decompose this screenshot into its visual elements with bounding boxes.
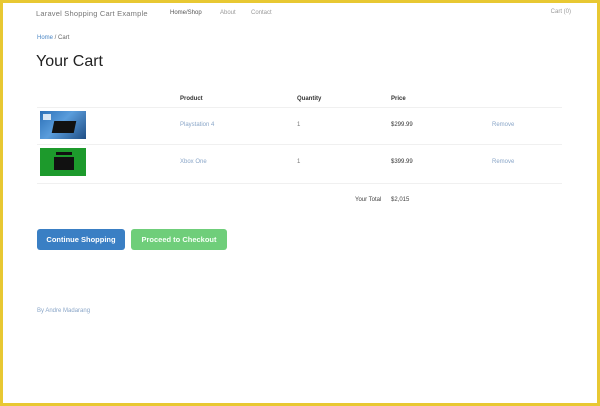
breadcrumb-home[interactable]: Home <box>37 35 53 41</box>
proceed-to-checkout-button[interactable]: Proceed to Checkout <box>131 229 227 250</box>
console-icon <box>54 157 74 170</box>
column-header-price: Price <box>391 96 406 102</box>
product-price: $399.99 <box>391 159 413 165</box>
console-icon <box>51 121 77 133</box>
table-row: Xbox One 1 $399.99 Remove <box>3 144 597 180</box>
cart-link[interactable]: Cart (0) <box>551 9 571 15</box>
page: Laravel Shopping Cart Example Home/Shop … <box>3 3 597 403</box>
column-header-product: Product <box>180 96 203 102</box>
product-image-xbox[interactable] <box>40 148 86 176</box>
product-image-playstation[interactable] <box>40 111 86 139</box>
navbar: Laravel Shopping Cart Example Home/Shop … <box>3 3 597 27</box>
column-header-quantity: Quantity <box>297 96 322 102</box>
product-quantity: 1 <box>297 159 301 165</box>
product-price: $299.99 <box>391 122 413 128</box>
table-row: Playstation 4 1 $299.99 Remove <box>3 107 597 143</box>
product-quantity: 1 <box>297 122 301 128</box>
box-label-icon <box>43 114 51 120</box>
breadcrumb-current: Cart <box>58 35 70 41</box>
continue-shopping-button[interactable]: Continue Shopping <box>37 229 125 250</box>
total-value: $2,015 <box>391 197 410 203</box>
remove-link[interactable]: Remove <box>492 122 514 128</box>
nav-about[interactable]: About <box>220 10 236 16</box>
page-title: Your Cart <box>36 53 103 70</box>
breadcrumb: Home / Cart <box>37 35 69 41</box>
total-label: Your Total <box>355 197 382 203</box>
nav-contact[interactable]: Contact <box>251 10 272 16</box>
remove-link[interactable]: Remove <box>492 159 514 165</box>
footer-credit: By Andre Madarang <box>37 308 91 314</box>
table-divider <box>37 183 562 184</box>
brand-link[interactable]: Laravel Shopping Cart Example <box>36 9 148 18</box>
nav-home-shop[interactable]: Home/Shop <box>170 10 202 16</box>
product-name-link[interactable]: Playstation 4 <box>180 122 214 128</box>
sensor-icon <box>56 152 72 155</box>
product-name-link[interactable]: Xbox One <box>180 159 207 165</box>
